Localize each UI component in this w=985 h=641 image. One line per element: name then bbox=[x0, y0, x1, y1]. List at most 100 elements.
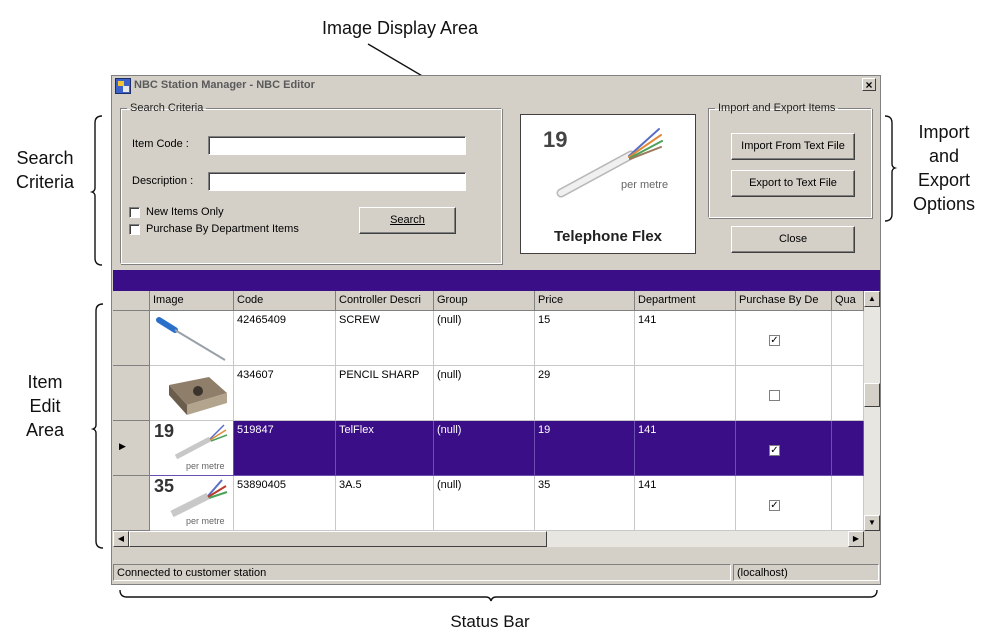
thumbnail-unit: per metre bbox=[186, 516, 225, 526]
pencil-sharpener-thumbnail bbox=[169, 377, 227, 415]
import-from-text-file-button[interactable]: Import From Text File bbox=[731, 133, 855, 160]
purchase-by-department-cell[interactable]: ✓ bbox=[736, 421, 832, 476]
purchase-by-department-label[interactable]: Purchase By Department Items bbox=[146, 223, 299, 235]
window-title: NBC Station Manager - NBC Editor bbox=[134, 79, 315, 91]
annotation-line: Edit bbox=[29, 396, 61, 416]
quantity-cell[interactable] bbox=[832, 476, 864, 531]
search-criteria-legend: Search Criteria bbox=[130, 102, 204, 114]
scroll-thumb[interactable] bbox=[864, 383, 880, 407]
app-icon bbox=[115, 78, 131, 94]
column-header-quantity[interactable]: Qua bbox=[832, 291, 864, 311]
purchase-by-department-checkbox[interactable]: ✓ bbox=[769, 445, 780, 456]
row-selector[interactable] bbox=[113, 476, 150, 531]
group-cell[interactable]: (null) bbox=[434, 476, 535, 531]
close-button[interactable]: Close bbox=[731, 226, 855, 253]
annotation-line: Area bbox=[25, 420, 65, 440]
department-cell[interactable]: 141 bbox=[635, 311, 736, 366]
table-row[interactable]: 42465409 SCREW (null) 15 141 ✓ bbox=[113, 311, 864, 366]
horizontal-scrollbar[interactable]: ◀ ▶ bbox=[113, 531, 864, 547]
purchase-by-department-checkbox[interactable]: ✓ bbox=[769, 500, 780, 511]
annotation-line: Search bbox=[16, 148, 74, 168]
scrollbar-corner bbox=[864, 531, 880, 547]
grid-header-corner bbox=[113, 291, 150, 311]
current-row-indicator-icon: ▶ bbox=[119, 441, 126, 451]
quantity-cell[interactable] bbox=[832, 366, 864, 421]
group-cell[interactable]: (null) bbox=[434, 421, 535, 476]
nbc-editor-window: NBC Station Manager - NBC Editor × Searc… bbox=[111, 75, 881, 585]
code-cell[interactable]: 53890405 bbox=[234, 476, 336, 531]
column-header-price[interactable]: Price bbox=[535, 291, 635, 311]
department-cell[interactable] bbox=[635, 366, 736, 421]
purchase-by-department-cell[interactable] bbox=[736, 366, 832, 421]
table-row[interactable]: 434607 PENCIL SHARP (null) 29 bbox=[113, 366, 864, 421]
image-unit: per metre bbox=[621, 179, 669, 191]
purchase-by-department-checkbox[interactable] bbox=[129, 224, 140, 235]
close-window-button[interactable]: × bbox=[862, 78, 876, 91]
scroll-up-icon[interactable]: ▲ bbox=[864, 291, 880, 307]
price-cell[interactable]: 19 bbox=[535, 421, 635, 476]
scroll-right-icon[interactable]: ▶ bbox=[848, 531, 864, 547]
department-cell[interactable]: 141 bbox=[635, 476, 736, 531]
scroll-thumb[interactable] bbox=[129, 531, 547, 547]
description-cell[interactable]: PENCIL SHARP bbox=[336, 366, 434, 421]
quantity-cell[interactable] bbox=[832, 311, 864, 366]
title-bar[interactable]: NBC Station Manager - NBC Editor × bbox=[112, 76, 880, 96]
purchase-by-department-checkbox[interactable] bbox=[769, 390, 780, 401]
column-header-controller-description[interactable]: Controller Descri bbox=[336, 291, 434, 311]
column-header-department[interactable]: Department bbox=[635, 291, 736, 311]
purchase-by-department-cell[interactable]: ✓ bbox=[736, 476, 832, 531]
search-criteria-bracket bbox=[89, 115, 103, 266]
column-header-image[interactable]: Image bbox=[150, 291, 234, 311]
image-display-area: 19 per metre Telephone Flex bbox=[520, 114, 696, 254]
description-cell[interactable]: TelFlex bbox=[336, 421, 434, 476]
item-edit-grid[interactable]: Image Code Controller Descri Group Price… bbox=[113, 291, 880, 547]
export-to-text-file-button[interactable]: Export to Text File bbox=[731, 170, 855, 197]
table-row[interactable]: 35 per metre 53890405 3A.5 (null) 35 141… bbox=[113, 476, 864, 531]
thumbnail-unit: per metre bbox=[186, 461, 225, 471]
description-label: Description : bbox=[132, 175, 194, 187]
table-row-selected[interactable]: ▶ 19 per metre 519847 TelFlex (null) 19 … bbox=[113, 421, 864, 476]
image-cell[interactable] bbox=[150, 311, 234, 366]
price-cell[interactable]: 15 bbox=[535, 311, 635, 366]
code-cell[interactable]: 42465409 bbox=[234, 311, 336, 366]
purchase-by-department-checkbox[interactable]: ✓ bbox=[769, 335, 780, 346]
item-code-label: Item Code : bbox=[132, 138, 189, 150]
column-header-group[interactable]: Group bbox=[434, 291, 535, 311]
scroll-left-icon[interactable]: ◀ bbox=[113, 531, 129, 547]
scroll-down-icon[interactable]: ▼ bbox=[864, 515, 880, 531]
image-cell[interactable] bbox=[150, 366, 234, 421]
item-edit-bracket bbox=[90, 303, 104, 549]
group-cell[interactable]: (null) bbox=[434, 366, 535, 421]
image-cell[interactable]: 35 per metre bbox=[150, 476, 234, 531]
quantity-cell[interactable] bbox=[832, 421, 864, 476]
new-items-only-checkbox[interactable] bbox=[129, 207, 140, 218]
column-header-code[interactable]: Code bbox=[234, 291, 336, 311]
status-bar: Connected to customer station (localhost… bbox=[113, 563, 880, 583]
import-export-group: Import and Export Items bbox=[708, 102, 872, 218]
row-selector[interactable]: ▶ bbox=[113, 421, 150, 476]
vertical-scrollbar[interactable]: ▲ ▼ bbox=[864, 291, 880, 531]
code-cell[interactable]: 519847 bbox=[234, 421, 336, 476]
status-message: Connected to customer station bbox=[113, 564, 731, 581]
description-cell[interactable]: 3A.5 bbox=[336, 476, 434, 531]
purchase-by-department-cell[interactable]: ✓ bbox=[736, 311, 832, 366]
price-cell[interactable]: 35 bbox=[535, 476, 635, 531]
image-cell[interactable]: 19 per metre bbox=[150, 421, 234, 476]
import-export-bracket bbox=[884, 115, 898, 222]
annotation-import-export-options: Import and Export Options bbox=[906, 120, 982, 216]
search-button[interactable]: Search bbox=[359, 207, 456, 234]
group-cell[interactable]: (null) bbox=[434, 311, 535, 366]
annotation-search-criteria: Search Criteria bbox=[0, 146, 90, 194]
row-selector[interactable] bbox=[113, 311, 150, 366]
code-cell[interactable]: 434607 bbox=[234, 366, 336, 421]
description-input[interactable] bbox=[208, 172, 466, 191]
new-items-only-label[interactable]: New Items Only bbox=[146, 206, 224, 218]
annotation-line: and bbox=[928, 146, 960, 166]
description-cell[interactable]: SCREW bbox=[336, 311, 434, 366]
department-cell[interactable]: 141 bbox=[635, 421, 736, 476]
row-selector[interactable] bbox=[113, 366, 150, 421]
price-cell[interactable]: 29 bbox=[535, 366, 635, 421]
image-item-name: Telephone Flex bbox=[553, 228, 663, 245]
item-code-input[interactable] bbox=[208, 136, 466, 155]
column-header-purchase-by-department[interactable]: Purchase By De bbox=[736, 291, 832, 311]
